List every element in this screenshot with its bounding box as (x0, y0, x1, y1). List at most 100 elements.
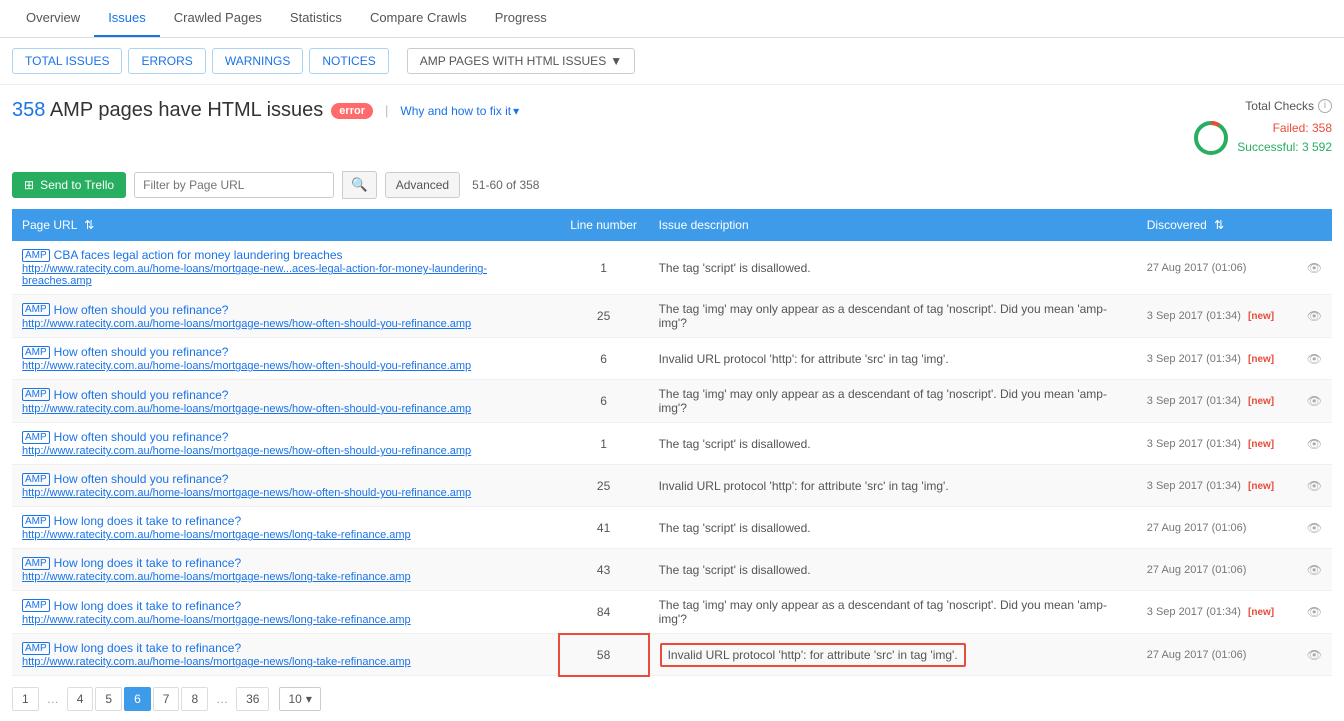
amp-icon: AMP (22, 303, 50, 316)
page-title-link[interactable]: AMP CBA faces legal action for money lau… (22, 248, 549, 262)
page-button-7[interactable]: 7 (153, 687, 180, 711)
issue-desc-cell: The tag 'img' may only appear as a desce… (649, 295, 1137, 338)
line-number-cell: 58 (559, 634, 649, 676)
page-title-link[interactable]: AMP How often should you refinance? (22, 345, 549, 359)
info-icon[interactable]: i (1318, 99, 1332, 113)
issue-desc-cell: Invalid URL protocol 'http': for attribu… (649, 465, 1137, 507)
page-title-link[interactable]: AMP How long does it take to refinance? (22, 599, 549, 613)
page-url-link[interactable]: http://www.ratecity.com.au/home-loans/mo… (22, 614, 549, 626)
issue-desc-cell: The tag 'img' may only appear as a desce… (649, 380, 1137, 423)
chevron-down-icon: ▾ (306, 692, 312, 706)
hide-icon[interactable]: 👁 (1307, 261, 1322, 275)
amp-icon: AMP (22, 473, 50, 486)
nav-item-compare-crawls[interactable]: Compare Crawls (356, 0, 481, 37)
new-badge: [new] (1248, 354, 1274, 365)
error-badge: error (331, 103, 373, 119)
page-title-link[interactable]: AMP How often should you refinance? (22, 472, 549, 486)
hide-icon[interactable]: 👁 (1307, 648, 1322, 662)
pagination-bar: 1 … 4 5 6 7 8 … 36 10 ▾ (0, 677, 1344, 721)
page-title-link[interactable]: AMP How often should you refinance? (22, 430, 549, 444)
total-issues-button[interactable]: TOTAL ISSUES (12, 48, 122, 74)
hide-icon[interactable]: 👁 (1307, 479, 1322, 493)
new-badge: [new] (1248, 396, 1274, 407)
page-title-link[interactable]: AMP How long does it take to refinance? (22, 514, 549, 528)
trello-icon: ⊞ (24, 178, 34, 192)
discovered-cell: 3 Sep 2017 (01:34) [new] (1137, 295, 1297, 338)
page-url-link[interactable]: http://www.ratecity.com.au/home-loans/mo… (22, 360, 549, 372)
hide-icon[interactable]: 👁 (1307, 563, 1322, 577)
nav-item-crawled-pages[interactable]: Crawled Pages (160, 0, 276, 37)
page-url-link[interactable]: http://www.ratecity.com.au/home-loans/mo… (22, 445, 549, 457)
chevron-down-icon: ▾ (513, 104, 519, 118)
row-actions-cell: 👁 (1297, 507, 1332, 549)
line-number-cell: 43 (559, 549, 649, 591)
page-title-link[interactable]: AMP How long does it take to refinance? (22, 556, 549, 570)
page-url-link[interactable]: http://www.ratecity.com.au/home-loans/mo… (22, 571, 549, 583)
new-badge: [new] (1248, 439, 1274, 450)
ellipsis: … (41, 688, 65, 710)
chevron-down-icon: ▼ (610, 54, 622, 68)
errors-button[interactable]: ERRORS (128, 48, 205, 74)
page-button-5[interactable]: 5 (95, 687, 122, 711)
page-url-cell: AMP How often should you refinance? http… (12, 465, 559, 507)
why-fix-link[interactable]: Why and how to fix it ▾ (400, 104, 519, 118)
page-url-link[interactable]: http://www.ratecity.com.au/home-loans/mo… (22, 403, 549, 415)
hide-icon[interactable]: 👁 (1307, 437, 1322, 451)
issue-desc-cell: The tag 'img' may only appear as a desce… (649, 591, 1137, 634)
page-title-link[interactable]: AMP How often should you refinance? (22, 388, 549, 402)
page-title-link[interactable]: AMP How long does it take to refinance? (22, 641, 548, 655)
discovered-cell: 27 Aug 2017 (01:06) (1137, 241, 1297, 295)
line-number-cell: 6 (559, 380, 649, 423)
nav-item-progress[interactable]: Progress (481, 0, 561, 37)
warnings-button[interactable]: WARNINGS (212, 48, 304, 74)
url-filter-input[interactable] (134, 172, 334, 198)
rows-per-page-select[interactable]: 10 ▾ (279, 687, 320, 711)
page-button-1[interactable]: 1 (12, 687, 39, 711)
col-header-page-url[interactable]: Page URL ⇅ (12, 209, 559, 241)
page-button-8[interactable]: 8 (181, 687, 208, 711)
issue-count: 358 (12, 99, 45, 121)
hide-icon[interactable]: 👁 (1307, 605, 1322, 619)
hide-icon[interactable]: 👁 (1307, 394, 1322, 408)
discovered-cell: 3 Sep 2017 (01:34) [new] (1137, 423, 1297, 465)
page-title-link[interactable]: AMP How often should you refinance? (22, 303, 549, 317)
page-url-link[interactable]: http://www.ratecity.com.au/home-loans/mo… (22, 656, 548, 668)
page-url-link[interactable]: http://www.ratecity.com.au/home-loans/mo… (22, 529, 549, 541)
page-button-6[interactable]: 6 (124, 687, 151, 711)
page-url-link[interactable]: http://www.ratecity.com.au/home-loans/mo… (22, 487, 549, 499)
amp-icon: AMP (22, 431, 50, 444)
nav-item-issues[interactable]: Issues (94, 0, 160, 37)
filter-bar: TOTAL ISSUES ERRORS WARNINGS NOTICES AMP… (0, 38, 1344, 85)
total-checks-panel: Total Checks i Failed: 358 Successful: 3… (1172, 99, 1332, 157)
page-url-link[interactable]: http://www.ratecity.com.au/home-loans/mo… (22, 263, 549, 287)
page-url-cell: AMP How often should you refinance? http… (12, 380, 559, 423)
page-url-link[interactable]: http://www.ratecity.com.au/home-loans/mo… (22, 318, 549, 330)
new-badge: [new] (1248, 311, 1274, 322)
issue-desc-cell: The tag 'script' is disallowed. (649, 549, 1137, 591)
advanced-button[interactable]: Advanced (385, 172, 460, 198)
page-url-cell: AMP How long does it take to refinance? … (12, 549, 559, 591)
amp-icon: AMP (22, 346, 50, 359)
notices-button[interactable]: NOTICES (309, 48, 388, 74)
discovered-cell: 3 Sep 2017 (01:34) [new] (1137, 338, 1297, 380)
send-trello-button[interactable]: ⊞ Send to Trello (12, 172, 126, 198)
page-url-cell: AMP How long does it take to refinance? … (12, 507, 559, 549)
issue-type-dropdown[interactable]: AMP PAGES WITH HTML ISSUES ▼ (407, 48, 635, 74)
discovered-cell: 3 Sep 2017 (01:34) [new] (1137, 380, 1297, 423)
page-button-36[interactable]: 36 (236, 687, 269, 711)
nav-item-overview[interactable]: Overview (12, 0, 94, 37)
row-actions-cell: 👁 (1297, 380, 1332, 423)
page-button-4[interactable]: 4 (67, 687, 94, 711)
col-header-line-number: Line number (559, 209, 649, 241)
hide-icon[interactable]: 👁 (1307, 521, 1322, 535)
discovered-cell: 3 Sep 2017 (01:34) [new] (1137, 591, 1297, 634)
donut-chart (1193, 120, 1229, 156)
col-header-discovered[interactable]: Discovered ⇅ (1137, 209, 1297, 241)
nav-item-statistics[interactable]: Statistics (276, 0, 356, 37)
row-actions-cell: 👁 (1297, 634, 1332, 676)
page-url-cell: AMP CBA faces legal action for money lau… (12, 241, 559, 295)
hide-icon[interactable]: 👁 (1307, 352, 1322, 366)
top-navigation: Overview Issues Crawled Pages Statistics… (0, 0, 1344, 38)
search-button[interactable]: 🔍 (342, 171, 377, 199)
hide-icon[interactable]: 👁 (1307, 309, 1322, 323)
